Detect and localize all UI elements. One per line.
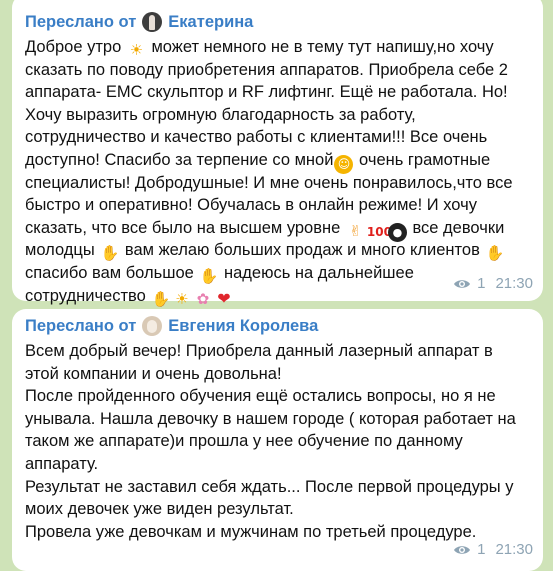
message-line: быстро и оперативно! Обучалась в онлайн … [25, 194, 531, 217]
message-line: сказать, что все было на высшем уровне ✌… [25, 217, 531, 242]
author-avatar [142, 316, 163, 336]
message-text-segment: таком же аппарате)и прошла у нее обучени… [25, 432, 463, 451]
message-meta: 1 21:30 [453, 275, 533, 293]
message-text: Доброе утро ☀ может немного не в тему ту… [25, 36, 531, 308]
eye-icon [454, 546, 471, 554]
message-text-segment: моих девочек уже виден результат. [25, 500, 294, 519]
message-text-segment: Провела уже девочкам и мужчинам по треть… [25, 522, 477, 541]
message-text-segment: унывала. Нашла девочку в нашем городе ( … [25, 409, 516, 428]
sun-emoji-icon: ☀ [129, 41, 144, 59]
message-text-segment: быстро и оперативно! Обучалась в онлайн … [25, 196, 477, 215]
message-line: доступно! Спасибо за терпение со мной ☺ о… [25, 149, 531, 174]
message-text-segment: вам желаю больших продаж и много клиенто… [120, 241, 485, 260]
forwarded-prefix: Переслано от [25, 317, 137, 335]
message-line: Провела уже девочкам и мужчинам по треть… [25, 521, 531, 544]
message-text-segment: может немного не в тему тут напишу,но хо… [146, 38, 494, 56]
forwarded-author[interactable]: Евгения Королева [168, 315, 318, 337]
message-line: таком же аппарате)и прошла у нее обучени… [25, 430, 531, 453]
message-line: сотрудничество и качество работы с клиен… [25, 126, 531, 149]
message-text-segment: сотрудничество [25, 286, 151, 305]
message-line: унывала. Нашла девочку в нашем городе ( … [25, 408, 531, 431]
message-bubble-2[interactable]: Переслано от Евгения Королева Всем добры… [12, 309, 543, 571]
message-bubble-1[interactable]: Переслано от Екатерина Доброе утро ☀ мож… [12, 0, 543, 308]
message-text-segment: молодцы [25, 241, 100, 260]
flower-emoji-icon: ✿ [196, 289, 210, 308]
forwarded-prefix: Переслано от [25, 13, 137, 31]
message-line: Хочу выразить огромную благодарность за … [25, 104, 531, 127]
message-line: После пройденного обучения ещё остались … [25, 385, 531, 408]
view-count: 1 [477, 541, 486, 558]
message-text-segment: все девочки [407, 218, 505, 237]
message-text-segment: После пройденного обучения ещё остались … [25, 387, 496, 406]
message-line: аппарату. [25, 453, 531, 476]
clapping-hands-emoji-icon: ✋ [100, 244, 120, 263]
message-text-segment: Доброе утро [25, 38, 126, 56]
author-avatar [142, 12, 163, 32]
sun-emoji-icon: ☀ [175, 289, 189, 308]
message-text-segment: надеюсь на дальнейшее [219, 263, 414, 282]
message-text-segment: аппарату. [25, 454, 99, 473]
handshake-emoji-icon: ✋ [151, 289, 171, 308]
message-text-segment: Результат не заставил себя ждать... Посл… [25, 477, 514, 496]
view-count: 1 [477, 275, 486, 292]
message-line: специалисты! Добродушные! И мне очень по… [25, 172, 531, 195]
message-text-segment: Всем добрый вечер! Приобрела данный лазе… [25, 342, 493, 360]
message-text-segment: Хочу выразить огромную благодарность за … [25, 105, 416, 124]
message-line: сказать по поводу приобретения аппаратов… [25, 59, 531, 82]
ok-hand-emoji-icon: ✌ [349, 221, 362, 240]
message-text: Всем добрый вечер! Приобрела данный лазе… [25, 340, 531, 543]
message-text-segment: сказать по поводу приобретения аппаратов… [25, 60, 508, 79]
message-line: молодцы ✋ вам желаю больших продаж и мно… [25, 239, 531, 262]
eye-icon [454, 280, 471, 288]
message-text-segment: этой компании и очень довольна! [25, 364, 282, 383]
message-line: Всем добрый вечер! Приобрела данный лазе… [25, 340, 531, 363]
message-text-segment: доступно! Спасибо за терпение со мной [25, 150, 334, 169]
message-text-segment: специалисты! Добродушные! И мне очень по… [25, 173, 513, 192]
message-time: 21:30 [495, 275, 533, 292]
handshake-emoji-icon: ✋ [199, 266, 219, 285]
message-text-segment: очень грамотные [354, 150, 491, 169]
message-line: Результат не заставил себя ждать... Посл… [25, 476, 531, 499]
message-meta: 1 21:30 [453, 541, 533, 559]
message-text-segment: сказать, что все было на высшем уровне [25, 218, 345, 237]
forwarded-author[interactable]: Екатерина [168, 11, 253, 33]
message-text-segment: аппарата- ЕМС скульптор и RF лифтинг. Ещ… [25, 83, 508, 102]
message-time: 21:30 [495, 541, 533, 558]
forwarded-header[interactable]: Переслано от Евгения Королева [25, 315, 531, 337]
message-text-segment: спасибо вам большое [25, 263, 199, 282]
message-line: Доброе утро ☀ может немного не в тему ту… [25, 36, 531, 59]
message-line: этой компании и очень довольна! [25, 363, 531, 386]
heart-emoji-icon: ❤ [217, 288, 231, 308]
message-text-segment: сотрудничество и качество работы с клиен… [25, 128, 488, 147]
raised-hands-emoji-icon: ✋ [485, 244, 505, 263]
message-line: аппарата- ЕМС скульптор и RF лифтинг. Ещ… [25, 81, 531, 104]
forwarded-header[interactable]: Переслано от Екатерина [25, 11, 531, 33]
message-line: моих девочек уже виден результат. [25, 498, 531, 521]
